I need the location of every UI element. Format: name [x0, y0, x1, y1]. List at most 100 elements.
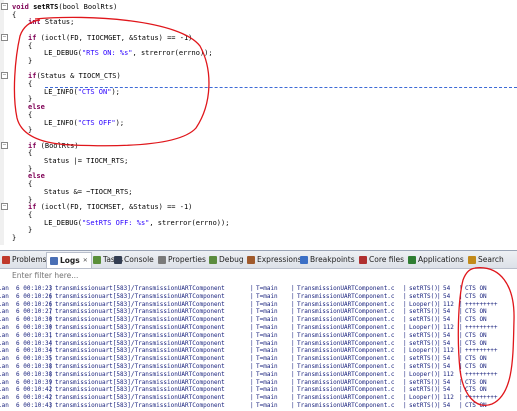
code-line: {	[12, 9, 16, 21]
code-token: );	[115, 118, 125, 127]
log-cell-proc: transmissionuart[583]/TransmissionUARTCo…	[55, 292, 225, 300]
log-row[interactable]: lan 6 00:10:26 transmissionuart[583]/Tran…	[0, 301, 517, 309]
tab-debug[interactable]: Debug	[209, 253, 244, 266]
log-cell-th: T=main	[256, 363, 278, 370]
code-token: (BoolRts)	[40, 141, 79, 150]
tab-logs[interactable]: Logs ✕	[46, 252, 92, 268]
column-separator: |	[459, 370, 463, 378]
log-cell-msg: CTS ON	[465, 355, 487, 363]
log-cell-src: TransmissionUARTComponent.c	[297, 331, 395, 339]
log-cell-src: TransmissionUARTComponent.c	[297, 347, 395, 355]
tab-expressions[interactable]: Expressions	[247, 253, 302, 266]
log-row[interactable]: lan 6 00:10:38 transmissionuart[583]/Tran…	[0, 371, 517, 379]
tab-core-files[interactable]: Core files	[359, 253, 404, 266]
column-separator: |	[250, 386, 254, 394]
column-separator: |	[49, 378, 53, 386]
log-row[interactable]: lan 6 00:10:42 transmissionuart[583]/Tran…	[0, 386, 517, 394]
tab-problems[interactable]: Problems	[2, 253, 47, 266]
log-cell-th: T=main	[256, 316, 278, 324]
log-row[interactable]: lan 6 00:10:30 transmissionuart[583]/Tran…	[0, 324, 517, 332]
close-tab-icon[interactable]: ✕	[83, 254, 88, 267]
log-cell-src: TransmissionUARTComponent.c	[297, 394, 395, 402]
log-row[interactable]: lan 6 00:10:34 transmissionuart[583]/Tran…	[0, 340, 517, 348]
column-separator: |	[403, 292, 407, 300]
log-row[interactable]: lan 6 00:10:31 transmissionuart[583]/Tran…	[0, 332, 517, 340]
problems-icon	[2, 255, 10, 264]
code-token: "SetRTS OFF: %s"	[81, 218, 150, 227]
log-cell-time: lan 6 00:10:42	[0, 386, 53, 394]
log-row[interactable]: lan 6 00:10:35 transmissionuart[583]/Tran…	[0, 355, 517, 363]
column-separator: |	[437, 363, 441, 370]
code-token: (Status & TIOCM_CTS)	[36, 72, 121, 81]
column-separator: |	[437, 300, 441, 308]
log-row[interactable]: lan 6 00:10:34 transmissionuart[583]/Tran…	[0, 347, 517, 355]
log-row[interactable]: lan 6 00:10:30 transmissionuart[583]/Tran…	[0, 316, 517, 324]
log-row[interactable]: lan 6 00:10:23 transmissionuart[583]/Tran…	[0, 285, 517, 293]
log-cell-fn: setRTS()	[409, 316, 438, 324]
column-separator: |	[250, 300, 254, 308]
column-separator: |	[250, 292, 254, 300]
tab-applications[interactable]: Applications	[408, 253, 464, 266]
log-cell-fn: Looper()	[409, 370, 438, 378]
log-cell-src: TransmissionUARTComponent.c	[297, 355, 395, 363]
code-editor[interactable]: void setRTS(bool BoolRts){int Status; if …	[0, 0, 517, 245]
column-separator: |	[403, 386, 407, 394]
fold-toggle-icon[interactable]: −	[1, 33, 8, 41]
column-separator: |	[250, 378, 254, 386]
log-cell-ln: 54	[443, 339, 451, 347]
column-separator: |	[250, 355, 254, 363]
log-row[interactable]: lan 6 00:10:42 transmissionuart[583]/Tran…	[0, 394, 517, 402]
code-token: {	[28, 41, 33, 50]
fold-toggle-icon[interactable]: −	[1, 203, 8, 211]
log-cell-msg: +++++++++	[465, 394, 498, 402]
code-token: setRTS	[33, 3, 59, 11]
log-cell-proc: transmissionuart[583]/TransmissionUARTCo…	[55, 370, 225, 378]
log-cell-proc: transmissionuart[583]/TransmissionUARTCo…	[55, 339, 225, 347]
debug-icon	[209, 255, 217, 264]
column-separator: |	[49, 339, 53, 347]
column-separator: |	[437, 347, 441, 355]
fold-toggle-icon[interactable]: −	[1, 141, 8, 149]
column-separator: |	[437, 370, 441, 378]
column-separator: |	[459, 363, 463, 370]
column-separator: |	[291, 324, 295, 331]
fold-toggle-icon[interactable]: −	[1, 3, 8, 10]
fold-toggle-icon[interactable]: −	[1, 72, 8, 80]
log-cell-th: T=main	[256, 285, 278, 292]
view-tab-bar: ProblemsLogs✕TasksConsolePropertiesDebug…	[0, 251, 517, 269]
tab-console[interactable]: Console	[114, 253, 154, 266]
log-cell-proc: transmissionuart[583]/TransmissionUARTCo…	[55, 308, 225, 316]
log-row[interactable]: lan 6 00:10:38 transmissionuart[583]/Tran…	[0, 363, 517, 371]
column-separator: |	[437, 402, 441, 409]
logs-icon	[50, 256, 58, 265]
log-cell-src: TransmissionUARTComponent.c	[297, 339, 395, 347]
log-cell-fn: setRTS()	[409, 308, 438, 316]
column-separator: |	[403, 378, 407, 386]
log-row[interactable]: lan 6 00:10:43 transmissionuart[583]/Tran…	[0, 402, 517, 410]
log-cell-th: T=main	[256, 300, 278, 308]
column-separator: |	[291, 394, 295, 402]
column-separator: |	[49, 386, 53, 394]
log-cell-proc: transmissionuart[583]/TransmissionUARTCo…	[55, 386, 225, 394]
log-row[interactable]: lan 6 00:10:39 transmissionuart[583]/Tran…	[0, 379, 517, 387]
tab-breakpoints[interactable]: Breakpoints	[300, 253, 355, 266]
tab-label: Debug	[219, 255, 244, 264]
log-cell-msg: CTS ON	[465, 378, 487, 386]
code-line: if (ioctl(FD, TIOCMSET, &Status) == -1)	[28, 201, 192, 213]
log-filter-input[interactable]	[6, 270, 517, 281]
code-token: {	[28, 180, 33, 189]
log-cell-fn: Looper()	[409, 300, 438, 308]
log-row[interactable]: lan 6 00:10:27 transmissionuart[583]/Tran…	[0, 308, 517, 316]
log-cell-fn: setRTS()	[409, 339, 438, 347]
log-cell-fn: setRTS()	[409, 386, 438, 394]
code-line: }	[12, 232, 16, 244]
tab-search[interactable]: Search	[468, 253, 504, 266]
code-token: LE_INFO(	[44, 87, 78, 96]
column-separator: |	[49, 402, 53, 409]
column-separator: |	[291, 292, 295, 300]
tab-properties[interactable]: Properties	[158, 253, 206, 266]
log-cell-time: lan 6 00:10:30	[0, 324, 53, 331]
column-separator: |	[250, 370, 254, 378]
tab-label: Search	[478, 255, 504, 264]
log-row[interactable]: lan 6 00:10:26 transmissionuart[583]/Tran…	[0, 293, 517, 301]
